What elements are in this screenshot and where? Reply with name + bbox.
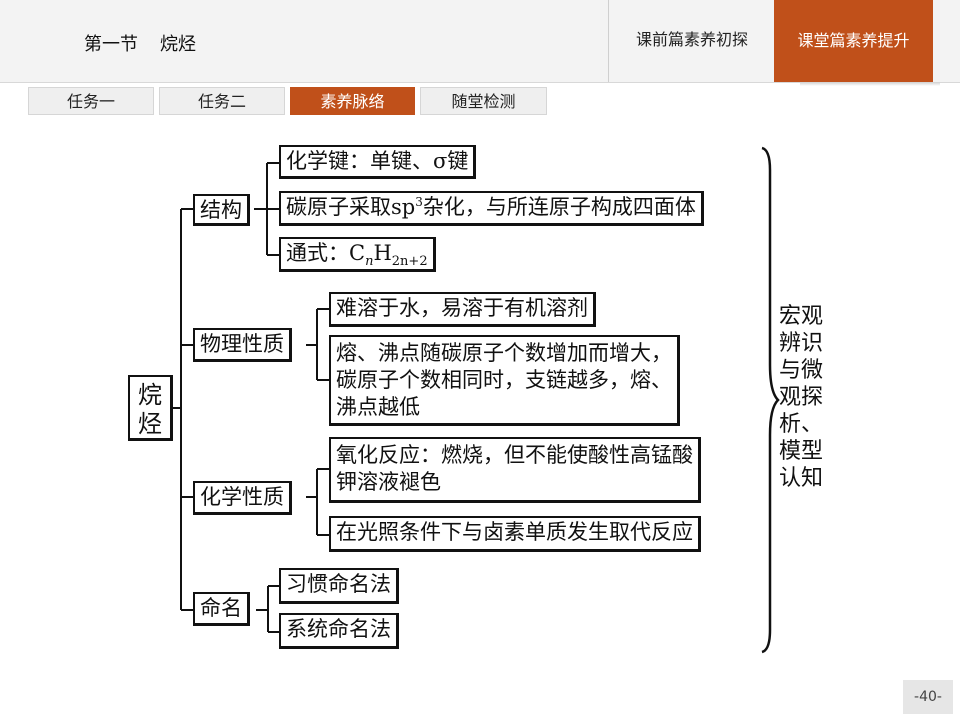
leaf-oxidation: 氧化反应：燃烧，但不能使酸性高锰酸 钾溶液褪色 bbox=[329, 437, 701, 503]
side-line-7: 认知 bbox=[779, 466, 824, 491]
side-label-core-literacy: 宏观 辨识 与微 观探 析、 模型 认知 bbox=[779, 303, 831, 492]
oxidation-line-2: 钾溶液褪色 bbox=[336, 470, 441, 494]
oxidation-line-1: 氧化反应：燃烧，但不能使酸性高锰酸 bbox=[336, 443, 693, 467]
curly-brace bbox=[761, 146, 780, 654]
node-naming: 命名 bbox=[193, 592, 250, 626]
formula-prefix: 通式：C bbox=[286, 241, 366, 265]
root-node-alkane: 烷 烃 bbox=[128, 375, 173, 441]
formula-h: H bbox=[373, 241, 392, 265]
melt-line-2: 碳原子个数相同时，支链越多，熔、 bbox=[336, 368, 672, 392]
formula-subscript: 2n+2 bbox=[391, 254, 428, 270]
node-structure: 结构 bbox=[193, 194, 250, 226]
side-line-5: 析、 bbox=[779, 412, 824, 437]
leaf-solubility: 难溶于水，易溶于有机溶剂 bbox=[329, 292, 596, 327]
leaf-melting-boiling: 熔、沸点随碳原子个数增加而增大， 碳原子个数相同时，支链越多，熔、 沸点越低 bbox=[329, 335, 680, 426]
melt-line-1: 熔、沸点随碳原子个数增加而增大， bbox=[336, 341, 672, 365]
side-line-1: 宏观 bbox=[779, 304, 824, 329]
leaf-general-formula: 通式：CnH2n+2 bbox=[279, 237, 436, 272]
leaf-hybridization: 碳原子采取sp3杂化，与所连原子构成四面体 bbox=[279, 191, 704, 226]
leaf-systematic-naming: 系统命名法 bbox=[279, 613, 399, 649]
node-chemical-properties: 化学性质 bbox=[193, 481, 292, 515]
side-line-4: 观探 bbox=[779, 385, 824, 410]
side-line-3: 与微 bbox=[779, 358, 824, 383]
side-line-6: 模型 bbox=[779, 439, 824, 464]
melt-line-3: 沸点越低 bbox=[336, 395, 420, 419]
hybrid-text-pre: 碳原子采取sp bbox=[286, 195, 416, 219]
hybrid-superscript: 3 bbox=[415, 195, 423, 209]
hybrid-text-post: 杂化，与所连原子构成四面体 bbox=[422, 195, 696, 219]
root-char-1: 烷 bbox=[138, 381, 162, 409]
node-physical-properties: 物理性质 bbox=[193, 328, 292, 362]
page-number: -40- bbox=[903, 680, 953, 714]
root-char-2: 烃 bbox=[138, 410, 162, 438]
leaf-chemical-bond: 化学键：单键、σ键 bbox=[279, 145, 477, 179]
leaf-substitution: 在光照条件下与卤素单质发生取代反应 bbox=[329, 516, 701, 552]
side-line-2: 辨识 bbox=[779, 331, 824, 356]
leaf-common-naming: 习惯命名法 bbox=[279, 568, 399, 604]
